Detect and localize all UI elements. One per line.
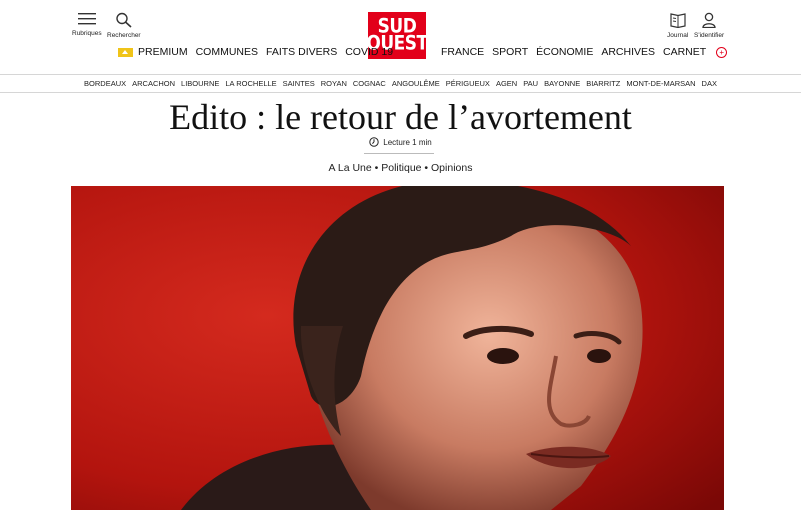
city-item[interactable]: LIBOURNE (181, 79, 219, 88)
rubriques-menu-button[interactable]: Rubriques (72, 12, 102, 37)
article-tags[interactable]: A La Une • Politique • Opinions (0, 162, 801, 174)
read-time-label: Lecture 1 min (383, 137, 432, 147)
journal-button[interactable]: Journal (667, 12, 688, 39)
portrait-image (71, 186, 724, 510)
nav-item-carnet[interactable]: CARNET (663, 46, 706, 58)
search-button[interactable]: Rechercher (107, 12, 141, 39)
journal-label: Journal (667, 32, 689, 39)
title-divider (364, 153, 434, 154)
city-item[interactable]: COGNAC (353, 79, 386, 88)
nav-item-sport[interactable]: SPORT (492, 46, 528, 58)
city-item[interactable]: BIARRITZ (586, 79, 620, 88)
search-icon (116, 12, 132, 28)
city-item[interactable]: MONT-DE-MARSAN (626, 79, 695, 88)
rubriques-label: Rubriques (72, 30, 102, 37)
rechercher-label: Rechercher (107, 32, 141, 39)
city-item[interactable]: PAU (523, 79, 538, 88)
city-item[interactable]: PÉRIGUEUX (446, 79, 490, 88)
hamburger-menu-icon (77, 13, 96, 25)
article-photo (71, 186, 724, 510)
main-nav-left: PREMIUM COMMUNES FAITS DIVERS COVID 19 (118, 46, 401, 58)
city-item[interactable]: ANGOULÊME (392, 79, 440, 88)
nav-item-economie[interactable]: ÉCONOMIE (536, 46, 593, 58)
city-item[interactable]: LA ROCHELLE (225, 79, 276, 88)
nav-item-archives[interactable]: ARCHIVES (601, 46, 655, 58)
nav-item-communes[interactable]: COMMUNES (196, 46, 258, 58)
city-item[interactable]: SAINTES (283, 79, 315, 88)
journal-icon (670, 13, 686, 28)
premium-icon (118, 47, 133, 57)
city-item[interactable]: DAX (702, 79, 717, 88)
city-item[interactable]: ARCACHON (132, 79, 175, 88)
city-nav: BORDEAUX ARCACHON LIBOURNE LA ROCHELLE S… (0, 74, 801, 93)
identifier-button[interactable]: S'identifier (694, 12, 724, 39)
clock-icon (369, 137, 379, 147)
site-header: Rubriques Rechercher SUD OUEST Journal S… (0, 0, 801, 74)
identifier-label: S'identifier (694, 32, 725, 39)
nav-item-france[interactable]: FRANCE (441, 46, 484, 58)
more-plus-icon[interactable]: + (716, 46, 728, 58)
user-icon (702, 12, 716, 28)
city-item[interactable]: ROYAN (321, 79, 347, 88)
article-title: Edito : le retour de l’avortement (169, 97, 632, 137)
city-item[interactable]: BORDEAUX (84, 79, 126, 88)
main-nav-right: FRANCE SPORT ÉCONOMIE ARCHIVES CARNET + (441, 46, 728, 58)
nav-item-faits-divers[interactable]: FAITS DIVERS (266, 46, 337, 58)
nav-item-covid[interactable]: COVID 19 (345, 46, 393, 58)
city-item[interactable]: BAYONNE (544, 79, 580, 88)
read-time: Lecture 1 min (0, 137, 801, 147)
city-item[interactable]: AGEN (496, 79, 517, 88)
nav-item-premium[interactable]: PREMIUM (138, 46, 188, 58)
